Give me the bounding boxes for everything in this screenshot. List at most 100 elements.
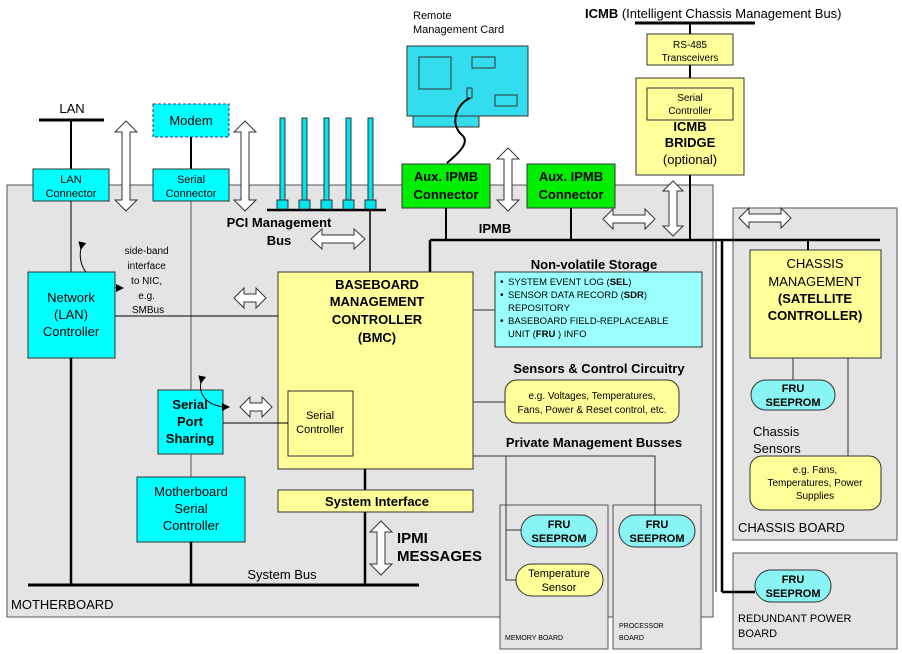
lan-connector[interactable]: LAN Connector	[32, 168, 110, 202]
svg-text:BASEBOARD: BASEBOARD	[335, 277, 419, 292]
svg-text:(LAN): (LAN)	[54, 307, 88, 322]
svg-text:Controller: Controller	[43, 324, 100, 339]
svg-text:CHASSIS: CHASSIS	[786, 256, 843, 271]
serial-connector[interactable]: Serial Connector	[152, 168, 230, 202]
sensors-control-box: e.g. Voltages, Temperatures, Fans, Power…	[504, 379, 680, 424]
rs485-transceivers: RS-485 Transceivers	[646, 33, 734, 66]
system-bus-label: System Bus	[247, 567, 317, 582]
svg-text:e.g. Voltages, Temperatures,: e.g. Voltages, Temperatures,	[528, 391, 655, 402]
bmc-serial-controller: Serial Controller	[287, 390, 354, 457]
icmb-bridge[interactable]: Serial Controller ICMB BRIDGE (optional)	[635, 77, 745, 176]
svg-text:LAN: LAN	[60, 174, 81, 186]
svg-text:Sharing: Sharing	[166, 431, 214, 446]
ipmi-messages-label-2: MESSAGES	[397, 548, 482, 565]
svg-text:Port: Port	[177, 414, 204, 429]
svg-text:(SATELLITE: (SATELLITE	[778, 291, 852, 306]
modem[interactable]: Modem	[152, 103, 230, 138]
svg-text:FRU: FRU	[548, 519, 571, 531]
svg-text:Fans, Power & Reset control, e: Fans, Power & Reset control, etc.	[518, 405, 667, 416]
private-busses-title: Private Management Busses	[506, 435, 682, 450]
svg-text:Sensor: Sensor	[542, 582, 577, 594]
svg-text:SEEPROM: SEEPROM	[765, 397, 820, 409]
svg-text:(BMC): (BMC)	[358, 330, 396, 345]
svg-text:(optional): (optional)	[663, 152, 717, 167]
chassis-sensors-label-2: Sensors	[753, 441, 801, 456]
svg-text:Modem: Modem	[169, 113, 212, 128]
svg-text:Controller: Controller	[668, 106, 712, 117]
nvs-item: REPOSITORY	[508, 303, 571, 314]
svg-text:Serial: Serial	[306, 410, 334, 422]
svg-text:BRIDGE: BRIDGE	[665, 135, 716, 150]
processor-fru-seeprom: FRU SEEPROM	[618, 514, 696, 548]
svg-text:Controller: Controller	[296, 424, 344, 436]
svg-text:RS-485: RS-485	[673, 40, 707, 51]
ipmi-messages-label: IPMI	[397, 530, 428, 547]
chassis-fru-seeprom: FRU SEEPROM	[750, 379, 836, 411]
pci-bus-label: PCI Management	[227, 215, 332, 230]
chassis-management-controller[interactable]: CHASSIS MANAGEMENT (SATELLITE CONTROLLER…	[749, 249, 882, 359]
network-lan-controller[interactable]: Network (LAN) Controller	[27, 271, 116, 359]
processor-board-label: PROCESSOR	[619, 623, 664, 630]
svg-text:Motherboard: Motherboard	[154, 484, 228, 499]
aux-ipmb-connector-2[interactable]: Aux. IPMB Connector	[526, 163, 616, 209]
bullet-icon: •	[500, 290, 504, 301]
svg-text:Connector: Connector	[46, 188, 97, 200]
svg-text:FRU: FRU	[782, 383, 805, 395]
svg-text:Connector: Connector	[414, 187, 479, 202]
svg-text:Aux. IPMB: Aux. IPMB	[539, 169, 603, 184]
icmb-title: ICMB (Intelligent Chassis Management Bus…	[585, 6, 842, 21]
svg-text:Temperatures, Power: Temperatures, Power	[767, 478, 863, 489]
nvs-item: SENSOR DATA RECORD (SDR)	[508, 290, 647, 301]
system-interface[interactable]: System Interface	[277, 489, 474, 513]
svg-text:ICMB: ICMB	[673, 119, 706, 134]
memory-fru-seeprom: FRU SEEPROM	[520, 514, 598, 548]
svg-text:Connector: Connector	[166, 188, 217, 200]
svg-text:SEEPROM: SEEPROM	[531, 533, 586, 545]
svg-text:SEEPROM: SEEPROM	[765, 588, 820, 600]
bullet-icon: •	[500, 316, 504, 327]
motherboard-label: MOTHERBOARD	[11, 597, 114, 612]
svg-text:Serial: Serial	[677, 93, 703, 104]
power-board-label-2: BOARD	[738, 628, 777, 640]
chassis-sensors-label: Chassis	[753, 424, 800, 439]
svg-text:MANAGEMENT: MANAGEMENT	[768, 274, 861, 289]
nvs-item: UNIT (FRU ) INFO	[508, 329, 586, 340]
svg-text:Aux. IPMB: Aux. IPMB	[414, 169, 478, 184]
motherboard-serial-controller[interactable]: Motherboard Serial Controller	[136, 476, 246, 543]
svg-text:e.g. Fans,: e.g. Fans,	[793, 465, 837, 476]
svg-text:Serial: Serial	[172, 397, 207, 412]
double-arrow-icon	[495, 147, 521, 212]
svg-text:CONTROLLER): CONTROLLER)	[768, 308, 863, 323]
svg-text:SEEPROM: SEEPROM	[629, 533, 684, 545]
remote-card-label: Remote	[413, 10, 452, 22]
svg-text:Serial: Serial	[177, 174, 205, 186]
svg-text:Supplies: Supplies	[796, 491, 834, 502]
chassis-sensors-box: e.g. Fans, Temperatures, Power Supplies	[749, 455, 882, 511]
svg-text:Transceivers: Transceivers	[662, 53, 719, 64]
ipmb-label: IPMB	[479, 221, 512, 236]
remote-management-card	[406, 45, 529, 164]
serial-port-sharing[interactable]: Serial Port Sharing	[157, 389, 224, 455]
svg-text:System Interface: System Interface	[325, 494, 429, 509]
svg-text:MANAGEMENT: MANAGEMENT	[330, 294, 425, 309]
nvs-title: Non-volatile Storage	[531, 257, 657, 272]
aux-ipmb-connector-1[interactable]: Aux. IPMB Connector	[401, 163, 491, 209]
svg-text:Temperature: Temperature	[528, 568, 590, 580]
memory-board-label: MEMORY BOARD	[505, 635, 563, 642]
svg-text:Controller: Controller	[163, 518, 220, 533]
processor-board-label-2: BOARD	[619, 635, 644, 642]
svg-text:CONTROLLER: CONTROLLER	[332, 312, 423, 327]
power-board-label: REDUNDANT POWER	[738, 613, 852, 625]
svg-text:Connector: Connector	[539, 187, 604, 202]
svg-text:FRU: FRU	[646, 519, 669, 531]
lan-label: LAN	[59, 101, 84, 116]
pci-bus-label-2: Bus	[267, 233, 292, 248]
ipmi-architecture-diagram: LAN LAN Connector Modem Serial Connector…	[6, 6, 898, 650]
power-fru-seeprom: FRU SEEPROM	[754, 569, 832, 603]
nvs-item: SYSTEM EVENT LOG (SEL)	[508, 277, 631, 288]
bullet-icon: •	[500, 277, 504, 288]
svg-text:FRU: FRU	[782, 574, 805, 586]
svg-text:Serial: Serial	[174, 501, 207, 516]
remote-card-label-2: Management Card	[413, 24, 504, 36]
temperature-sensor: Temperature Sensor	[515, 563, 604, 597]
